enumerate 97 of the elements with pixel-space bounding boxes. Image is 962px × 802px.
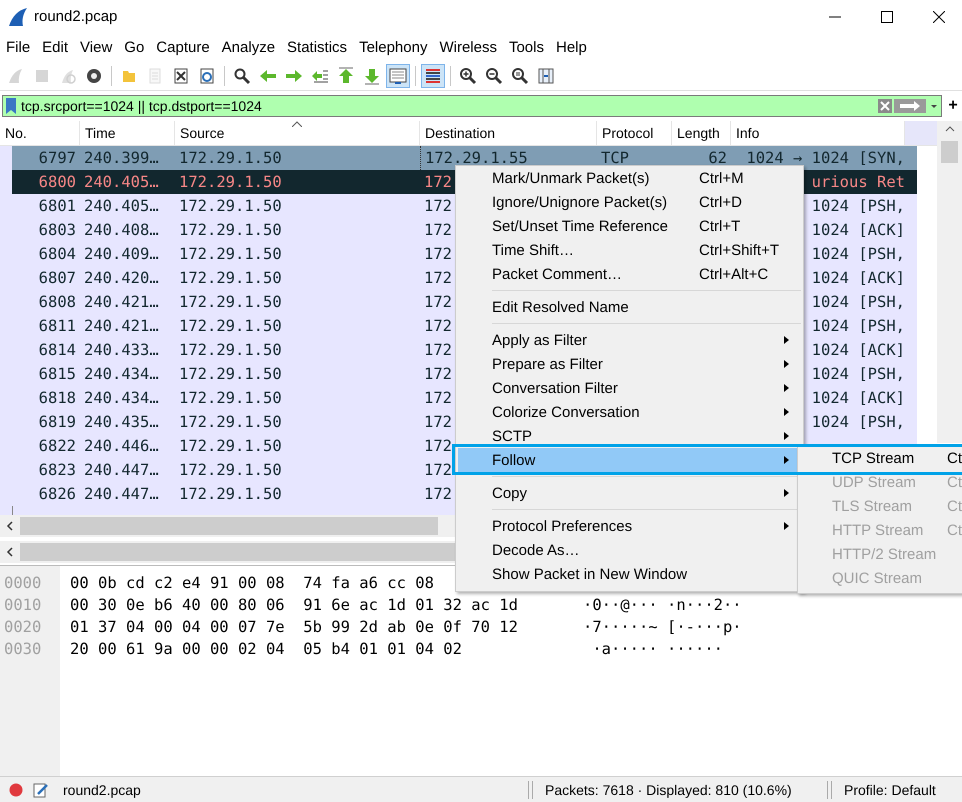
ascii-bytes: ·a····· ······: [591, 639, 723, 660]
packet-cell-text: 172: [424, 364, 452, 385]
packet-cell-text: 240.405…: [84, 196, 159, 217]
shortcut-label: Ctrl+D: [699, 194, 742, 210]
packet-cell-text: 240.435…: [84, 412, 159, 433]
packet-cell-text: 172.29.1.50: [179, 244, 282, 265]
packet-cell-text: 240.408…: [84, 220, 159, 241]
packet-cell-text: 172.29.1.50: [179, 316, 282, 337]
packet-cell-text: 172.29.1.50: [179, 196, 282, 217]
packet-cell-text: 172.29.1.50: [179, 268, 282, 289]
status-packet-count: Packets: 7618 · Displayed: 810 (10.6%): [544, 782, 793, 798]
packet-cell-text: 172.29.1.55: [425, 148, 528, 169]
packet-cell-text: 6814: [38, 340, 76, 361]
packet-cell-text: 172: [424, 460, 452, 481]
packet-cell-text: 1024 [ACK]: [812, 388, 905, 409]
shortcut-label: Ct: [947, 473, 962, 493]
shortcut-label: Ctrl+Alt+C: [699, 266, 768, 282]
packet-cell-text: 240.447…: [84, 484, 159, 505]
packet-cell-text: 172.29.1.50: [179, 460, 282, 481]
packet-cell-text: 172.29.1.50: [179, 292, 282, 313]
hex-offset: 0020: [3, 617, 42, 638]
packet-cell-text: 6819: [38, 412, 76, 433]
packet-cell-text: 1024 [PSH,: [812, 244, 905, 265]
packet-cell-text: 172: [424, 412, 452, 433]
packet-cell-text: 172: [424, 292, 452, 313]
packet-cell-text: 172.29.1.50: [179, 148, 282, 169]
packet-cell-text: 172: [424, 484, 452, 505]
hex-offset: 0030: [3, 639, 42, 660]
packet-cell-text: urious Ret: [812, 172, 905, 193]
packet-cell-text: 172: [424, 316, 452, 337]
packet-cell-text: 172: [424, 436, 452, 457]
hex-bytes: 01 37 04 00 04 00 07 7e 5b 99 2d ab 0e 0f 70 12: [70, 618, 518, 636]
packet-cell-text: 172: [424, 340, 452, 361]
packet-cell-text: 172.29.1.50: [179, 436, 282, 457]
packet-cell-text: 172.29.1.50: [179, 388, 282, 409]
packet-cell-text: 6808: [38, 292, 76, 313]
packet-cell-text: 172.29.1.50: [179, 364, 282, 385]
packet-cell-text: 172: [424, 220, 452, 241]
packet-cell-text: TCP: [601, 148, 629, 169]
packet-cell-text: 172.29.1.50: [179, 172, 282, 193]
shortcut-label: Ctrl+M: [699, 170, 744, 186]
packet-cell-text: 172: [424, 172, 452, 193]
hex-bytes: 00 30 0e b6 40 00 80 06 91 6e ac 1d 01 32 ac 1d: [70, 596, 518, 614]
status-file-name: round2.pcap: [62, 782, 142, 798]
packet-cell-text: 6797: [38, 148, 76, 169]
packet-cell-text: 240.420…: [84, 268, 159, 289]
hex-bytes: 00 0b cd c2 e4 91 00 08 74 fa a6 cc 08: [70, 574, 434, 592]
packet-cell-text: 1024 [ACK]: [812, 268, 905, 289]
shortcut-label: Ct: [947, 521, 962, 541]
packet-cell-text: 240.405…: [84, 172, 159, 193]
packet-cell-text: 6801: [38, 196, 76, 217]
packet-cell-text: 240.409…: [84, 244, 159, 265]
packet-cell-text: 172.29.1.50: [179, 412, 282, 433]
packet-cell-text: 172: [424, 244, 452, 265]
packet-cell-text: 6807: [38, 268, 76, 289]
packet-cell-text: 240.447…: [84, 460, 159, 481]
packet-cell-text: 172.29.1.50: [179, 484, 282, 505]
shortcut-label: Ct: [947, 449, 962, 469]
packet-cell-text: 6823: [38, 460, 76, 481]
packet-cell-text: 1024 [PSH,: [812, 196, 905, 217]
hex-offset: 0010: [3, 595, 42, 616]
packet-cell-text: 6826: [38, 484, 76, 505]
packet-cell-text: 6811: [38, 316, 76, 337]
packet-cell-text: 6815: [38, 364, 76, 385]
packet-cell-text: 240.399…: [84, 148, 159, 169]
packet-cell-text: 1024 [PSH,: [812, 316, 905, 337]
packet-cell-text: 1024 [PSH,: [812, 292, 905, 313]
ascii-bytes: ·0··@··· ·n···2··: [583, 595, 742, 616]
packet-cell-text: 172.29.1.50: [179, 340, 282, 361]
packet-cell-text: 172: [424, 268, 452, 289]
shortcut-label: Ctrl+T: [699, 218, 740, 234]
packet-cell-text: 172: [424, 196, 452, 217]
packet-cell-text: 240.434…: [84, 364, 159, 385]
hex-offset: 0000: [3, 573, 42, 594]
packet-cell-text: 1024 [ACK]: [812, 340, 905, 361]
packet-cell-text: 6804: [38, 244, 76, 265]
packet-cell-text: 1024 [ACK]: [812, 220, 905, 241]
packet-cell-text: 1024 [PSH,: [812, 364, 905, 385]
window-title: round2.pcap: [34, 8, 118, 25]
packet-cell-text: 240.433…: [84, 340, 159, 361]
packet-cell-text: 6822: [38, 436, 76, 457]
packet-cell-text: 172.29.1.50: [179, 220, 282, 241]
packet-cell-text: 240.421…: [84, 292, 159, 313]
packet-cell-text: 1024 → 1024 [SYN,: [746, 148, 905, 169]
packet-cell-text: 240.446…: [84, 436, 159, 457]
ascii-bytes: ·7·····~ [·-···p·: [583, 617, 742, 638]
packet-cell-text: 240.434…: [84, 388, 159, 409]
packet-cell-text: 6803: [38, 220, 76, 241]
shortcut-label: Ct: [947, 497, 962, 517]
packet-cell-text: 6818: [38, 388, 76, 409]
packet-cell-text: 62: [708, 148, 727, 169]
packet-cell-text: 6800: [38, 172, 76, 193]
packet-cell-text: 172: [424, 388, 452, 409]
packet-cell-text: 1024 [PSH,: [812, 412, 905, 433]
hex-bytes: 20 00 61 9a 00 00 02 04 05 b4 01 01 04 02: [70, 640, 462, 658]
packet-cell-text: 240.421…: [84, 316, 159, 337]
shortcut-label: Ctrl+Shift+T: [699, 242, 780, 258]
